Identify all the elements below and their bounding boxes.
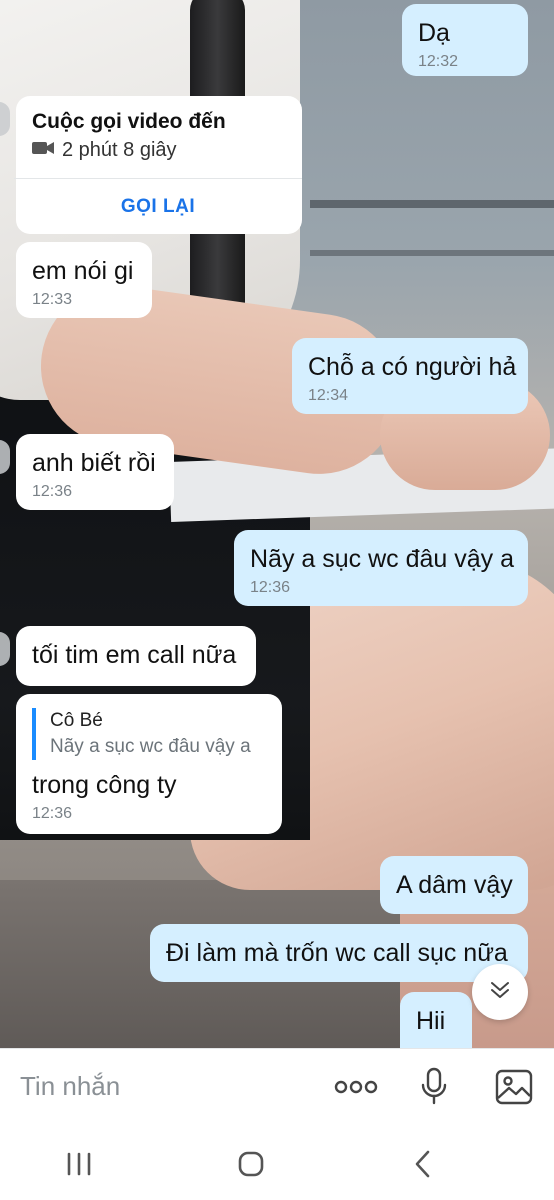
message-bubble-incoming[interactable]: em nói gi 12:33 [16, 242, 152, 318]
message-text: anh biết rồi [32, 449, 156, 477]
video-camera-icon [32, 136, 54, 164]
quoted-text: Nãy a sục wc đâu vậy a [50, 736, 251, 757]
message-time: 12:34 [308, 387, 349, 404]
call-duration: 2 phút 8 giây [32, 136, 284, 164]
call-title: Cuộc gọi video đến [32, 110, 226, 133]
message-time: 12:36 [32, 483, 73, 500]
call-duration-text: 2 phút 8 giây [62, 139, 177, 161]
message-bubble-outgoing[interactable]: Đi làm mà trốn wc call sục nữa [150, 924, 528, 982]
message-bubble-incoming[interactable]: tối tim em call nữa [16, 626, 256, 686]
quoted-message[interactable]: Cô Bé Nãy a sục wc đâu vậy a [32, 708, 282, 760]
chevron-double-down-icon [487, 977, 513, 1008]
home-icon[interactable] [234, 1144, 268, 1184]
sender-avatar[interactable] [0, 632, 10, 666]
sender-avatar[interactable] [0, 440, 10, 474]
back-icon[interactable] [406, 1144, 440, 1184]
scroll-to-bottom-button[interactable] [472, 964, 528, 1020]
message-bubble-outgoing[interactable]: Nãy a sục wc đâu vậy a 12:36 [234, 530, 528, 606]
message-time: 12:36 [32, 805, 73, 822]
message-time: 12:36 [250, 579, 291, 596]
sender-avatar[interactable] [0, 102, 10, 136]
message-text: trong công ty [32, 771, 177, 799]
recent-apps-icon[interactable] [62, 1144, 96, 1184]
message-bubble-incoming[interactable]: anh biết rồi 12:36 [16, 434, 174, 510]
message-bubble-outgoing[interactable]: Dạ 12:32 [402, 4, 528, 76]
message-bubble-incoming-reply[interactable]: Cô Bé Nãy a sục wc đâu vậy a trong công … [16, 694, 282, 834]
call-back-button[interactable]: GỌI LẠI [32, 179, 284, 235]
message-time: 12:33 [32, 291, 73, 308]
image-icon[interactable] [494, 1067, 534, 1112]
message-text: Đi làm mà trốn wc call sục nữa [166, 939, 508, 967]
message-input[interactable]: Tin nhắn [20, 1071, 120, 1102]
message-text: Dạ [418, 19, 450, 47]
message-bubble-outgoing[interactable]: A dâm vậy [380, 856, 528, 914]
quoted-sender-name: Cô Bé [50, 710, 103, 731]
chat-message-list[interactable]: Dạ 12:32 Cuộc gọi video đến 2 phút 8 giâ… [0, 0, 554, 1062]
microphone-icon[interactable] [420, 1067, 448, 1112]
missed-video-call-card: Cuộc gọi video đến 2 phút 8 giây GỌI LẠI [14, 96, 302, 235]
message-text: Chỗ a có người hả [308, 353, 517, 381]
message-text: Nãy a sục wc đâu vậy a [250, 545, 515, 573]
more-dots-icon[interactable] [334, 1073, 378, 1106]
message-text: em nói gi [32, 257, 134, 285]
message-bubble-outgoing[interactable]: Chỗ a có người hả 12:34 [292, 338, 528, 414]
message-input-bar: Tin nhắn [0, 1048, 554, 1127]
message-text: tối tim em call nữa [32, 641, 237, 669]
message-text: A dâm vậy [396, 871, 513, 899]
system-navigation-bar [0, 1126, 554, 1200]
message-time: 12:32 [418, 53, 459, 70]
message-text: Hii [416, 1007, 446, 1035]
